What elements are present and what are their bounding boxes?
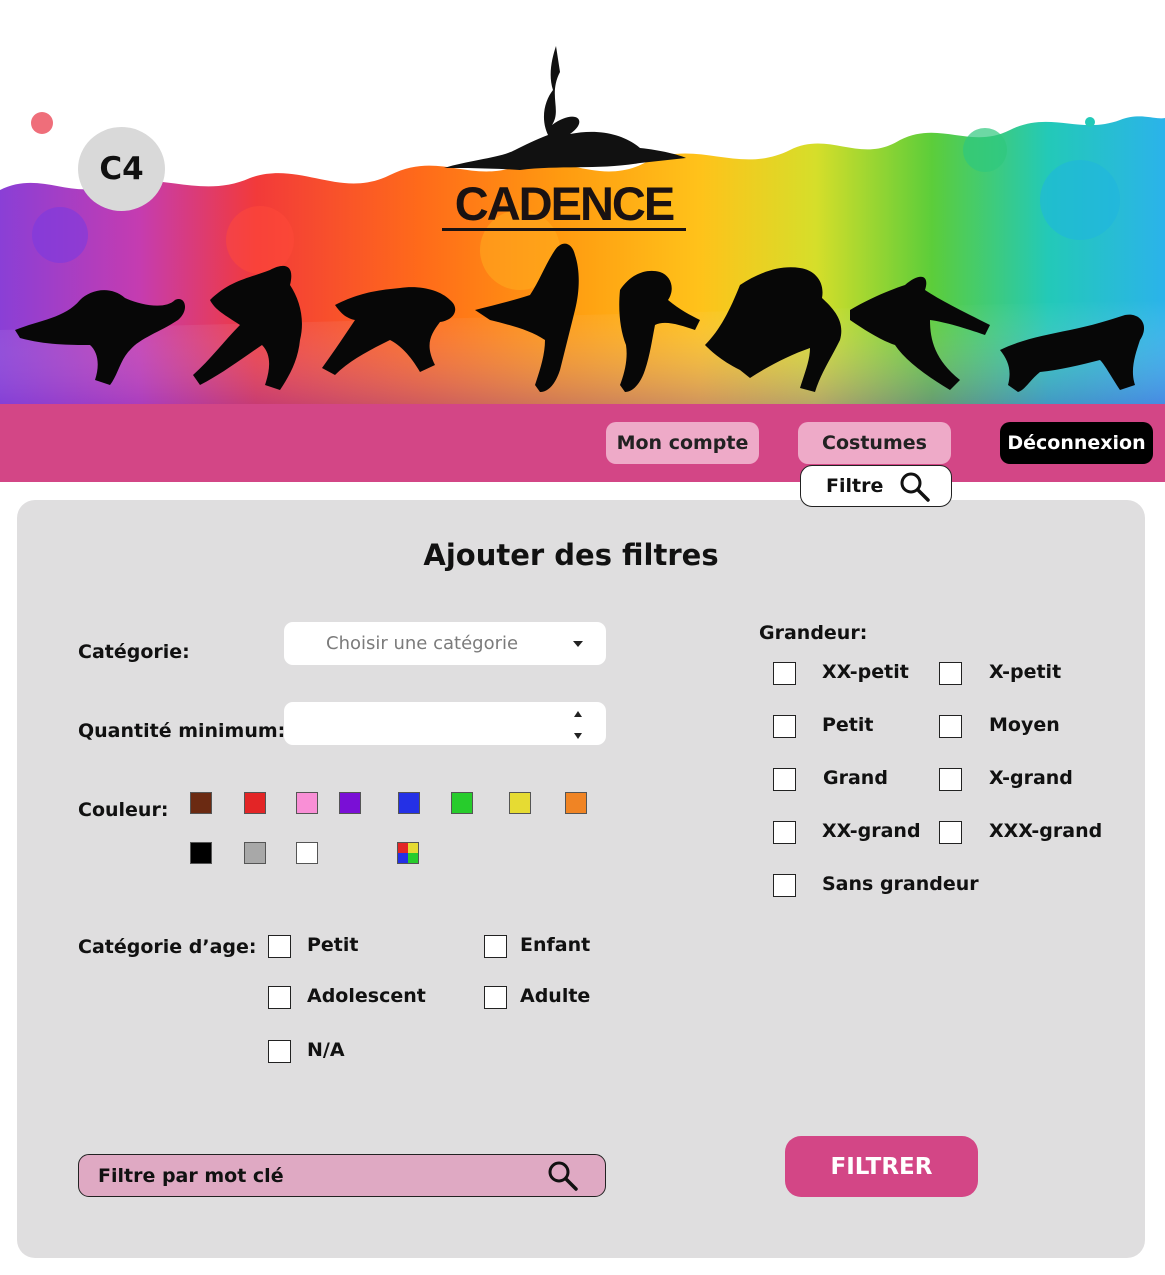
header-banner: C4 CADENCE [0,0,1165,404]
user-avatar-badge[interactable]: C4 [78,127,165,211]
multicolor-quad [408,843,418,853]
logo-underline [442,228,686,231]
category-placeholder: Choisir une catégorie [326,633,519,654]
age-checkbox[interactable] [268,1040,291,1063]
stepper-down-icon[interactable] [574,733,582,739]
size-label: Grandeur: [759,622,868,644]
color-label: Couleur: [78,799,169,821]
color-swatch[interactable] [296,792,318,814]
quantity-label: Quantité minimum: [78,720,286,742]
size-checkbox[interactable] [773,874,796,897]
size-option-label: Moyen [989,714,1060,736]
age-option-label: Adolescent [307,985,426,1007]
age-option-label: Petit [307,934,359,956]
color-swatch[interactable] [509,792,531,814]
logout-button[interactable]: Déconnexion [1000,422,1153,464]
color-swatch[interactable] [339,792,361,814]
filter-tab-label: Filtre [826,475,884,497]
my-account-button[interactable]: Mon compte [606,422,759,464]
age-option-label: N/A [307,1039,345,1061]
age-checkbox[interactable] [484,986,507,1009]
panel-title: Ajouter des filtres [423,538,719,572]
age-checkbox[interactable] [268,935,291,958]
color-swatch-multicolor[interactable] [397,842,419,864]
search-icon[interactable] [547,1160,579,1192]
color-swatch[interactable] [244,842,266,864]
multicolor-quad [398,853,408,863]
costumes-button[interactable]: Costumes [798,422,951,464]
keyword-placeholder: Filtre par mot clé [98,1164,284,1187]
size-option-label: XX-grand [822,820,921,842]
age-checkbox[interactable] [484,935,507,958]
age-option-label: Adulte [520,985,591,1007]
size-checkbox[interactable] [773,662,796,685]
filter-tab[interactable]: Filtre [800,465,952,507]
size-option-label: Sans grandeur [822,873,979,895]
size-option-label: XX-petit [822,661,909,683]
nav-bar [0,404,1165,482]
quantity-stepper[interactable] [284,702,606,745]
size-option-label: Petit [822,714,874,736]
size-checkbox[interactable] [939,768,962,791]
age-option-label: Enfant [520,934,591,956]
size-checkbox[interactable] [939,821,962,844]
size-option-label: X-petit [989,661,1062,683]
age-checkbox[interactable] [268,986,291,1009]
size-checkbox[interactable] [939,715,962,738]
dancer-logo-splash [444,46,686,170]
size-option-label: X-grand [989,767,1073,789]
multicolor-quad [408,853,418,863]
color-swatch[interactable] [451,792,473,814]
size-checkbox[interactable] [773,768,796,791]
apply-filter-button[interactable]: FILTRER [785,1136,978,1197]
category-select[interactable]: Choisir une catégorie [284,622,606,665]
size-option-label: XXX-grand [989,820,1103,842]
size-checkbox[interactable] [939,662,962,685]
size-checkbox[interactable] [773,715,796,738]
color-swatch[interactable] [398,792,420,814]
color-swatch[interactable] [190,792,212,814]
search-icon [900,472,930,502]
brand-logo-text: CADENCE [454,177,675,230]
color-swatch[interactable] [190,842,212,864]
size-option-label: Grand [823,767,888,789]
stepper-up-icon[interactable] [574,711,582,717]
keyword-search-input[interactable]: Filtre par mot clé [78,1154,606,1197]
size-checkbox[interactable] [773,821,796,844]
color-swatch[interactable] [296,842,318,864]
category-label: Catégorie: [78,641,190,663]
color-swatch[interactable] [565,792,587,814]
chevron-down-icon [573,641,583,647]
color-swatch[interactable] [244,792,266,814]
age-category-label: Catégorie d’age: [78,936,257,958]
multicolor-quad [398,843,408,853]
